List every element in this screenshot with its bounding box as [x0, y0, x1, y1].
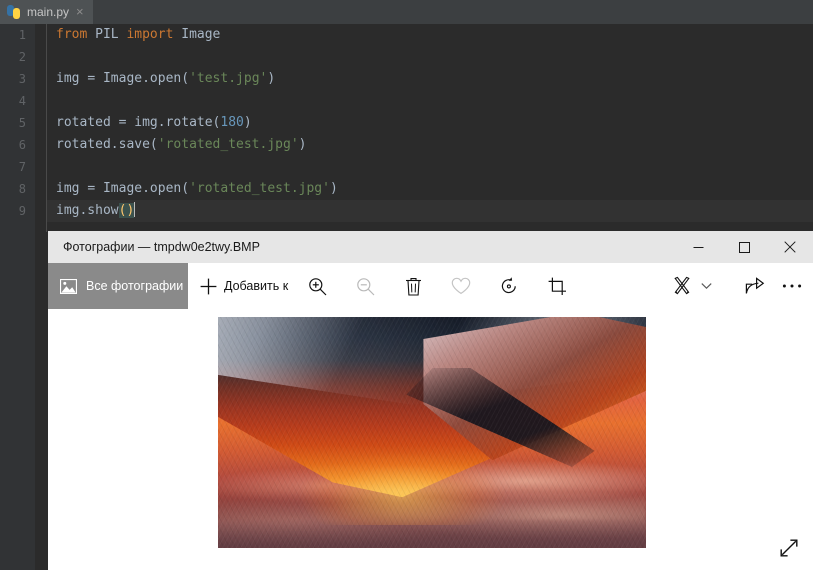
code-line[interactable]: img = Image.open('rotated_test.jpg'): [47, 178, 813, 200]
line-number: 2: [18, 50, 26, 64]
line-number: 4: [18, 94, 26, 108]
code-token: .save(: [110, 137, 158, 152]
code-token: PIL: [87, 27, 127, 42]
trash-icon: [405, 277, 422, 296]
code-token: ): [298, 137, 307, 152]
code-token: import: [126, 27, 174, 42]
close-icon[interactable]: ×: [76, 0, 84, 24]
code-token: rotated: [56, 115, 119, 130]
add-to-button[interactable]: Добавить к: [200, 263, 288, 309]
code-line[interactable]: [47, 156, 813, 178]
line-number: 5: [18, 116, 26, 130]
all-photos-button[interactable]: Все фотографии: [48, 263, 188, 309]
photos-title-bar[interactable]: Фотографии — tmpdw0e2twy.BMP: [48, 231, 813, 263]
code-token: .rotate(: [157, 115, 221, 130]
share-icon: [745, 277, 765, 295]
photos-window-title: Фотографии — tmpdw0e2twy.BMP: [63, 240, 260, 254]
favorite-button[interactable]: [444, 263, 478, 309]
close-icon: [784, 241, 796, 253]
code-token: Image: [173, 27, 221, 42]
zoom-in-button[interactable]: [300, 263, 334, 309]
line-number: 9: [18, 204, 26, 218]
code-token: =: [87, 181, 103, 196]
text-caret: [134, 202, 136, 217]
code-token: img: [134, 115, 158, 130]
picture-icon: [60, 278, 77, 294]
zoom-out-button[interactable]: [348, 263, 382, 309]
line-number: 7: [18, 160, 26, 174]
share-button[interactable]: [738, 263, 772, 309]
window-controls: [675, 231, 813, 263]
code-line[interactable]: rotated = img.rotate(180): [47, 112, 813, 134]
magnifier-plus-icon: [308, 277, 327, 296]
rotate-icon: [499, 276, 519, 296]
editor-tab-bar: main.py ×: [0, 0, 813, 24]
chevron-down-icon[interactable]: [701, 282, 712, 290]
code-line[interactable]: [47, 46, 813, 68]
code-token: Image: [102, 181, 143, 196]
add-to-label: Добавить к: [224, 279, 289, 293]
maximize-button[interactable]: [721, 231, 767, 263]
line-number: 6: [18, 138, 26, 152]
code-token: 'rotated_test.jpg': [157, 137, 299, 152]
photos-toolbar: Все фотографии Добавить к: [48, 263, 813, 309]
photos-app-window: Фотографии — tmpdw0e2twy.BMP Все фотогра…: [48, 231, 813, 570]
minimize-button[interactable]: [675, 231, 721, 263]
crop-icon: [548, 277, 567, 296]
editor-gutter[interactable]: 1 2 3 4 5 6 7 8 9: [0, 24, 35, 570]
minimize-icon: [693, 246, 703, 248]
all-photos-label: Все фотографии: [86, 279, 184, 293]
code-line[interactable]: from PIL import Image: [47, 24, 813, 46]
photo-canvas[interactable]: [48, 309, 813, 570]
pencils-icon: [672, 276, 692, 296]
code-token: =: [87, 71, 103, 86]
photo-viewport[interactable]: [218, 317, 646, 548]
code-token: img: [56, 181, 88, 196]
expand-button[interactable]: [775, 534, 803, 562]
magnifier-minus-icon: [356, 277, 375, 296]
code-line[interactable]: img.show(): [47, 200, 813, 222]
code-line[interactable]: img = Image.open('test.jpg'): [47, 68, 813, 90]
code-token: ): [267, 71, 276, 86]
code-token: (): [118, 203, 135, 218]
maximize-icon: [738, 241, 750, 253]
line-number: 8: [18, 182, 26, 196]
delete-button[interactable]: [396, 263, 430, 309]
code-token: rotated: [56, 137, 111, 152]
code-token: img: [56, 71, 88, 86]
code-token: 'test.jpg': [189, 71, 268, 86]
editor-tab-main-py[interactable]: main.py ×: [0, 0, 93, 24]
rotate-button[interactable]: [492, 263, 526, 309]
more-button[interactable]: [772, 263, 812, 309]
crop-button[interactable]: [540, 263, 574, 309]
code-token: Image: [102, 71, 143, 86]
code-token: =: [118, 115, 135, 130]
code-line[interactable]: [47, 90, 813, 112]
line-number: 3: [18, 72, 26, 86]
code-token: .show: [79, 203, 119, 218]
expand-diagonal-icon: [779, 538, 799, 558]
code-token: 180: [220, 115, 244, 130]
python-file-icon: [7, 5, 21, 19]
screen: main.py × 1 2 3 4 5 6 7 8 9 from PIL import Imag…: [0, 0, 813, 570]
plus-icon: [200, 278, 217, 295]
ellipsis-icon: [782, 283, 802, 289]
edit-create-button[interactable]: [666, 263, 718, 309]
heart-icon: [451, 277, 471, 295]
code-token: ): [243, 115, 252, 130]
close-button[interactable]: [767, 231, 813, 263]
photo-image-rotated-mountain: [218, 317, 646, 548]
line-number: 1: [18, 28, 26, 42]
code-token: .open(: [142, 181, 190, 196]
code-line[interactable]: rotated.save('rotated_test.jpg'): [47, 134, 813, 156]
line-number-list: 1 2 3 4 5 6 7 8 9: [0, 24, 35, 222]
code-token: .open(: [142, 71, 190, 86]
code-token: from: [56, 27, 88, 42]
code-token: ): [329, 181, 338, 196]
code-token: img: [56, 203, 80, 218]
editor-tab-label: main.py: [27, 5, 70, 19]
code-token: 'rotated_test.jpg': [189, 181, 330, 196]
